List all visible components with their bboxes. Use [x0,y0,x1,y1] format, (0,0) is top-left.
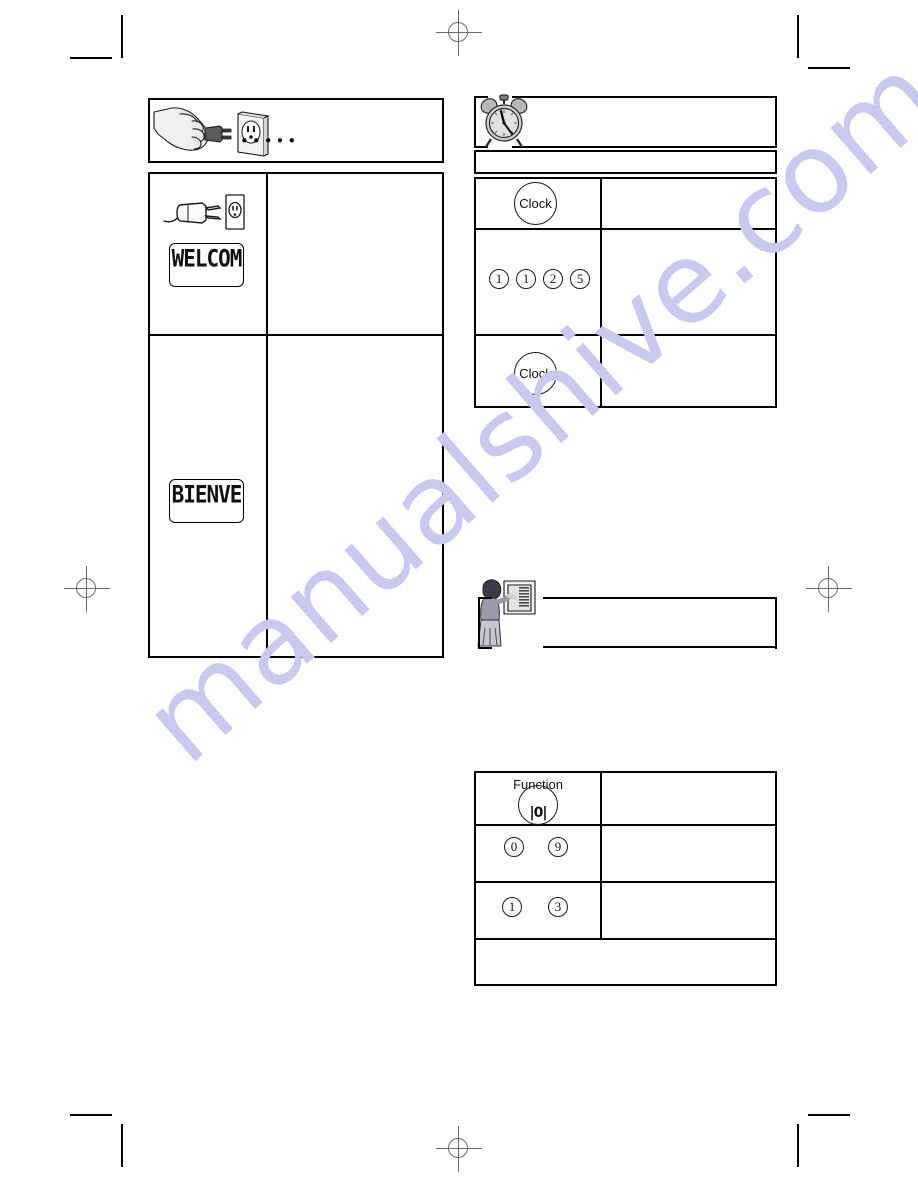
number-key-2[interactable]: 2 [543,269,563,289]
function-key-label: Function [513,777,563,792]
function-heading-bottom-rule [543,646,777,648]
clock-steps-table-column-divider [600,177,602,408]
crop-mark-bottom-right-vertical [797,1124,799,1167]
crop-mark-top-left-horizontal [70,57,112,59]
number-key-1-a[interactable]: 1 [489,269,509,289]
clock-subheading-bar [474,150,777,174]
lcd-text-bienvenue: BIENVE [171,480,243,509]
function-heading-right-rule [775,597,777,649]
number-key-1-b[interactable]: 1 [516,269,536,289]
clock-heading-right-rule [775,96,777,148]
number-key-label: 0 [510,839,518,854]
function-heading-bracket [478,597,492,649]
registration-mark-circle [818,578,838,598]
clock-key[interactable]: Clock [514,182,557,225]
number-key-label: 5 [576,271,584,286]
registration-mark-circle [448,22,468,42]
number-key-label: 9 [554,839,562,854]
lcd-display-welcome: WELCOM [169,243,244,287]
number-key-1[interactable]: 1 [502,897,522,917]
power-plug-and-outlet-icon [163,194,245,230]
registration-mark-right [806,566,852,612]
watermark-layer: manualshive.com [0,0,918,1188]
clock-steps-table-row-divider-1 [474,228,777,230]
alarm-clock-icon [480,94,528,148]
function-steps-table-column-divider [600,771,602,938]
clock-heading-bottom-rule [512,146,777,148]
registration-mark-top [436,10,482,56]
crop-mark-top-right-vertical [797,15,799,58]
crop-mark-bottom-left-vertical [121,1124,123,1167]
clock-key-confirm[interactable]: Clock [514,352,557,395]
crop-mark-bottom-right-horizontal [808,1114,850,1116]
crop-mark-top-right-horizontal [808,67,850,69]
number-key-label: 3 [554,899,562,914]
lcd-display-bienvenue: BIENVE [169,479,244,523]
clock-steps-table-row-divider-2 [474,334,777,336]
number-key-label: 1 [508,899,516,914]
number-key-0[interactable]: 0 [504,837,524,857]
registration-mark-circle [76,578,96,598]
registration-mark-bottom [436,1126,482,1172]
function-key-glyph-icon: |0| [529,805,548,821]
number-key-label: 1 [522,271,530,286]
ellipsis-dots: ••••• [240,132,300,150]
function-heading-top-rule [543,597,777,599]
function-key[interactable]: Function |0| [513,777,563,825]
function-steps-table-row-divider-1 [474,824,777,826]
crop-mark-bottom-left-horizontal [70,1114,112,1116]
left-steps-table-row-divider [148,334,444,336]
crop-mark-top-left-vertical [121,15,123,58]
registration-mark-circle [448,1138,468,1158]
number-key-3[interactable]: 3 [548,897,568,917]
number-key-label: 1 [495,271,503,286]
registration-mark-left [64,566,110,612]
clock-key-label: Clock [519,196,552,211]
clock-heading-top-rule [512,96,777,98]
function-steps-table-row-divider-2 [474,881,777,883]
number-key-9[interactable]: 9 [548,837,568,857]
left-steps-table-column-divider [266,172,268,658]
number-key-5[interactable]: 5 [570,269,590,289]
manual-page: ••••• WELCOM BIENVE Clock 1 1 2 5 Clock … [0,0,918,1188]
clock-key-label: Clock [519,366,552,381]
lcd-text-welcome: WELCOM [171,244,243,273]
number-key-label: 2 [549,271,557,286]
function-steps-table-row-divider-3 [474,938,777,940]
